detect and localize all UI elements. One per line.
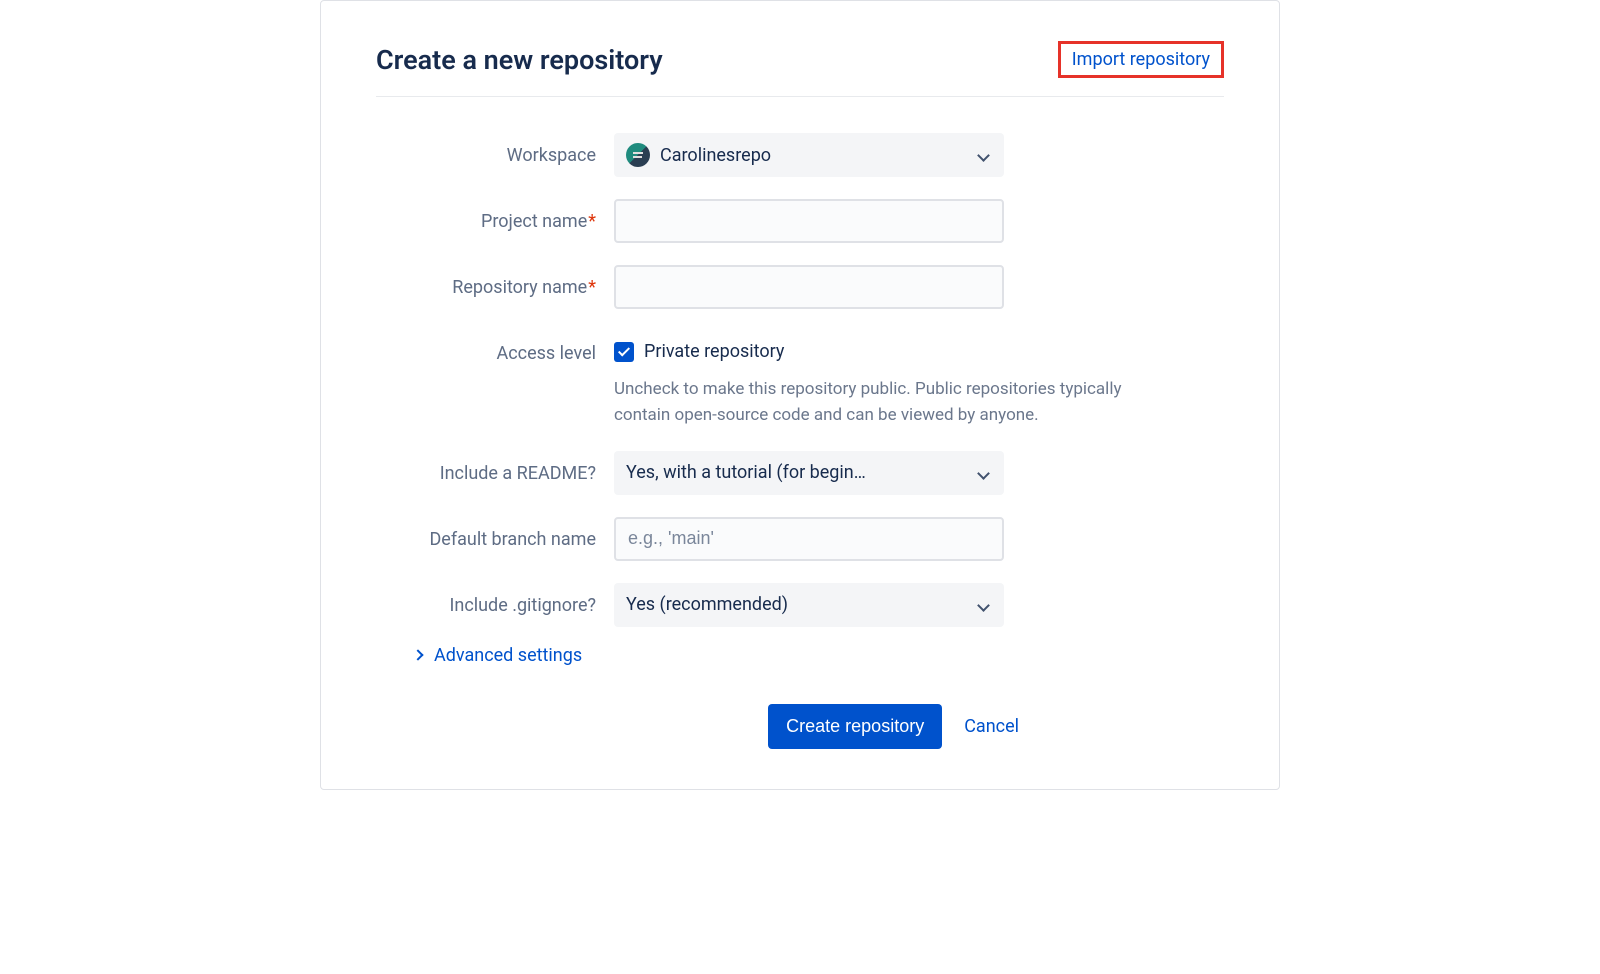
chevron-down-icon (978, 467, 990, 479)
access-level-row: Access level Private repository Uncheck … (376, 331, 1224, 429)
chevron-right-icon (414, 650, 424, 660)
repository-name-label: Repository name* (376, 265, 614, 300)
default-branch-input[interactable] (614, 517, 1004, 561)
include-readme-value: Yes, with a tutorial (for begin… (626, 462, 866, 483)
include-gitignore-label: Include .gitignore? (376, 583, 614, 618)
project-name-label: Project name* (376, 199, 614, 234)
panel-header: Create a new repository Import repositor… (376, 41, 1224, 97)
include-gitignore-row: Include .gitignore? Yes (recommended) (376, 583, 1224, 627)
include-readme-select[interactable]: Yes, with a tutorial (for begin… (614, 451, 1004, 495)
required-asterisk: * (588, 211, 596, 232)
chevron-down-icon (978, 149, 990, 161)
default-branch-label: Default branch name (376, 517, 614, 552)
workspace-label: Workspace (376, 133, 614, 168)
project-name-input[interactable] (614, 199, 1004, 243)
default-branch-row: Default branch name (376, 517, 1224, 561)
chevron-down-icon (978, 599, 990, 611)
repository-name-row: Repository name* (376, 265, 1224, 309)
include-gitignore-value: Yes (recommended) (626, 594, 788, 615)
repository-name-input[interactable] (614, 265, 1004, 309)
workspace-icon (626, 143, 650, 167)
project-name-row: Project name* (376, 199, 1224, 243)
advanced-settings-label: Advanced settings (434, 645, 582, 666)
cancel-button[interactable]: Cancel (964, 716, 1019, 737)
workspace-row: Workspace Carolinesrepo (376, 133, 1224, 177)
workspace-select[interactable]: Carolinesrepo (614, 133, 1004, 177)
create-repository-button[interactable]: Create repository (768, 704, 942, 749)
create-repository-panel: Create a new repository Import repositor… (320, 0, 1280, 790)
private-repository-checkbox[interactable] (614, 342, 634, 362)
include-readme-label: Include a README? (376, 451, 614, 486)
include-gitignore-select[interactable]: Yes (recommended) (614, 583, 1004, 627)
access-level-label: Access level (376, 331, 614, 366)
footer-actions: Create repository Cancel (376, 704, 1224, 749)
workspace-value: Carolinesrepo (660, 145, 771, 166)
include-readme-row: Include a README? Yes, with a tutorial (… (376, 451, 1224, 495)
access-level-helper: Uncheck to make this repository public. … (614, 376, 1124, 429)
private-repository-label: Private repository (644, 341, 784, 362)
required-asterisk: * (588, 277, 596, 298)
advanced-settings-toggle[interactable]: Advanced settings (414, 645, 1224, 666)
import-repository-link[interactable]: Import repository (1058, 41, 1224, 78)
page-title: Create a new repository (376, 44, 663, 76)
